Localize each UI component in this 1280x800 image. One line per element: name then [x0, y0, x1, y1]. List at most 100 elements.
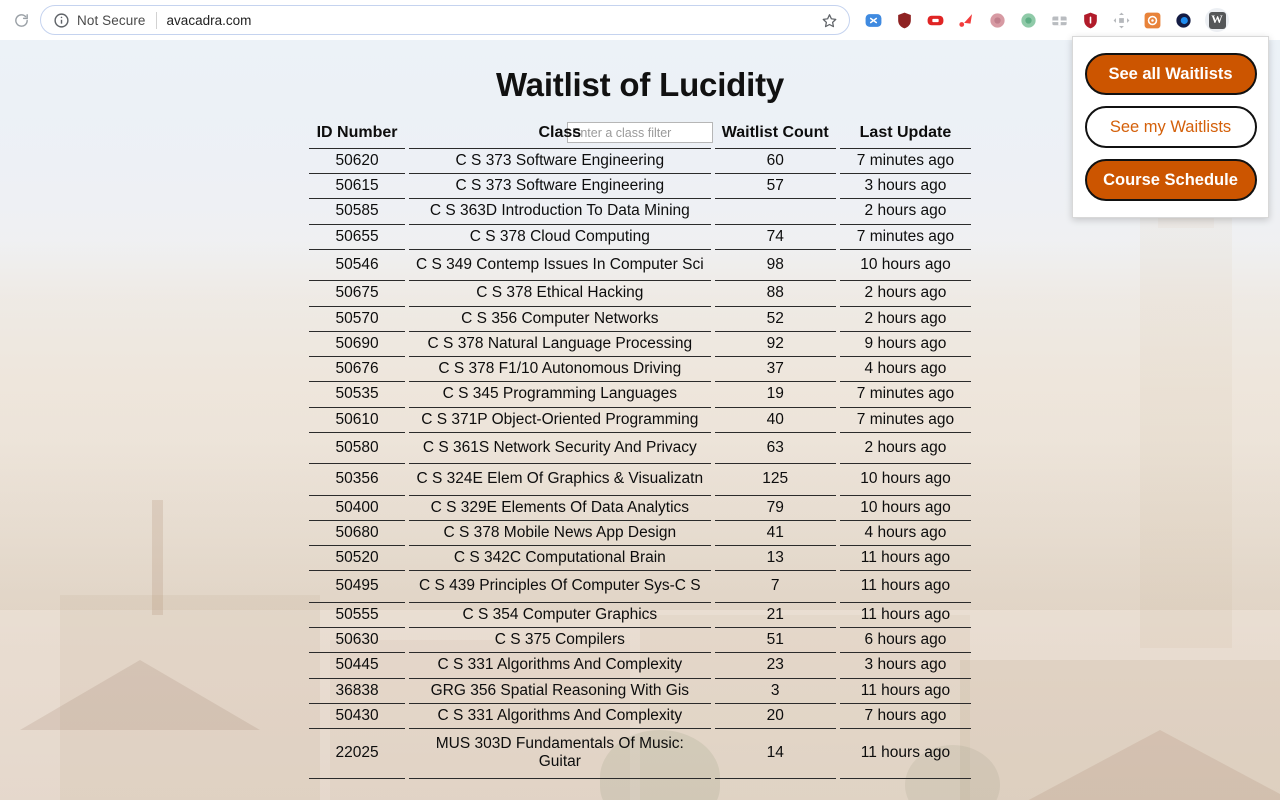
cell-id-number: 50620 — [309, 148, 408, 175]
extension-badge-letter: W — [1208, 11, 1226, 29]
cell-id-number: 50630 — [309, 627, 408, 654]
cell-class-name: C S 324E Elem Of Graphics & Visualizatn — [407, 463, 713, 496]
cell-id-number: 50445 — [309, 652, 408, 679]
cell-waitlist-count: 40 — [712, 407, 838, 433]
cell-class-name: C S 349 Contemp Issues In Computer Sci — [407, 249, 713, 282]
cell-last-update: 9 hours ago — [837, 331, 971, 358]
table-row[interactable]: 50580 C S 361S Network Security And Priva… — [309, 432, 971, 465]
table-row[interactable]: 50585 C S 363D Introduction To Data Minin… — [309, 198, 971, 225]
extension-icon-pink-circle[interactable] — [988, 11, 1007, 30]
cell-last-update: 7 minutes ago — [837, 224, 971, 251]
cell-waitlist-count: 13 — [712, 545, 838, 572]
table-row[interactable]: 50676 C S 378 F1/10 Autonomous Driving 37 4… — [309, 356, 971, 383]
reload-button[interactable] — [8, 7, 34, 33]
waitlist-table-body: 50620 C S 373 Software Engineering 60 7 min… — [309, 148, 971, 779]
cell-last-update: 4 hours ago — [837, 520, 971, 547]
table-row[interactable]: 50430 C S 331 Algorithms And Complexity 20… — [309, 703, 971, 730]
cell-class-name: C S 363D Introduction To Data Mining — [407, 198, 713, 225]
table-row[interactable]: 50535 C S 345 Programming Languages 19 7 mi… — [309, 381, 971, 408]
table-row[interactable]: 50690 C S 378 Natural Language Processing… — [309, 331, 971, 358]
extension-icon-grey-move[interactable] — [1112, 11, 1131, 30]
cell-class-name: C S 331 Algorithms And Complexity — [407, 652, 713, 679]
column-header-last-update[interactable]: Last Update — [837, 121, 971, 149]
table-row[interactable]: 50546 C S 349 Contemp Issues In Computer … — [309, 249, 971, 282]
table-row[interactable]: 22025 MUS 303D Fundamentals Of Music: Gui… — [309, 728, 971, 779]
cell-last-update: 10 hours ago — [837, 249, 971, 282]
table-row[interactable]: 50610 C S 371P Object-Oriented Programmin… — [309, 407, 971, 433]
address-bar-divider — [155, 11, 157, 29]
cell-waitlist-count: 3 — [712, 678, 838, 704]
cell-class-name: C S 378 Cloud Computing — [407, 224, 713, 251]
table-row[interactable]: 50675 C S 378 Ethical Hacking 88 2 hours ag… — [309, 280, 971, 307]
cell-id-number: 50570 — [309, 306, 408, 332]
cell-last-update: 2 hours ago — [837, 198, 971, 225]
extension-icon-waitlist-active[interactable]: W — [1205, 8, 1229, 32]
extension-icons-strip: W — [864, 8, 1229, 32]
table-header-row: ID Number Class Waitlist Count Last Upda… — [309, 121, 971, 149]
cell-waitlist-count: 79 — [712, 495, 838, 521]
cell-id-number: 36838 — [309, 678, 408, 704]
cell-waitlist-count: 74 — [712, 224, 838, 251]
cell-class-name: C S 439 Principles Of Computer Sys-C S — [407, 570, 713, 603]
extension-icon-green-circle[interactable] — [1019, 11, 1038, 30]
course-schedule-button[interactable]: Course Schedule — [1084, 159, 1257, 201]
cell-class-name: GRG 356 Spatial Reasoning With Gis — [407, 678, 713, 704]
cell-class-name: C S 375 Compilers — [407, 627, 713, 654]
bookmark-button[interactable] — [819, 10, 839, 30]
table-row[interactable]: 36838 GRG 356 Spatial Reasoning With Gis 3… — [309, 678, 971, 704]
cell-last-update: 2 hours ago — [837, 280, 971, 307]
cell-class-name: C S 378 F1/10 Autonomous Driving — [407, 356, 713, 383]
cell-waitlist-count — [712, 198, 838, 225]
cell-waitlist-count: 51 — [712, 627, 838, 654]
cell-waitlist-count: 23 — [712, 652, 838, 679]
table-row[interactable]: 50620 C S 373 Software Engineering 60 7 min… — [309, 148, 971, 175]
cell-class-name: C S 345 Programming Languages — [407, 381, 713, 408]
table-row[interactable]: 50400 C S 329E Elements Of Data Analytics… — [309, 495, 971, 521]
cell-last-update: 7 hours ago — [837, 703, 971, 730]
cell-last-update: 3 hours ago — [837, 652, 971, 679]
column-header-id-number[interactable]: ID Number — [309, 121, 408, 149]
cell-last-update: 2 hours ago — [837, 306, 971, 332]
cell-last-update: 11 hours ago — [837, 678, 971, 704]
table-row[interactable]: 50630 C S 375 Compilers 51 6 hours ago — [309, 627, 971, 654]
table-row[interactable]: 50615 C S 373 Software Engineering 57 3 hou… — [309, 173, 971, 200]
table-row[interactable]: 50680 C S 378 Mobile News App Design 41 4 h… — [309, 520, 971, 547]
cell-id-number: 50680 — [309, 520, 408, 547]
address-bar[interactable]: Not Secure avacadra.com — [40, 5, 850, 35]
see-my-waitlists-button[interactable]: See my Waitlists — [1084, 106, 1257, 148]
cell-id-number: 50655 — [309, 224, 408, 251]
table-row[interactable]: 50655 C S 378 Cloud Computing 74 7 minutes … — [309, 224, 971, 251]
cell-last-update: 11 hours ago — [837, 602, 971, 628]
cell-id-number: 50356 — [309, 463, 408, 496]
extension-icon-orange-square[interactable] — [1143, 11, 1162, 30]
cell-id-number: 50690 — [309, 331, 408, 358]
table-row[interactable]: 50445 C S 331 Algorithms And Complexity 23… — [309, 652, 971, 679]
cell-class-name: C S 356 Computer Networks — [407, 306, 713, 332]
waitlist-table: ID Number Class Waitlist Count Last Upda… — [309, 121, 971, 779]
table-row[interactable]: 50495 C S 439 Principles Of Computer Sys-… — [309, 570, 971, 603]
extension-icon-dark-shield[interactable] — [895, 11, 914, 30]
table-row[interactable]: 50570 C S 356 Computer Networks 52 2 hours … — [309, 306, 971, 332]
column-header-waitlist-count[interactable]: Waitlist Count — [712, 121, 838, 149]
cell-id-number: 50555 — [309, 602, 408, 628]
cell-waitlist-count: 19 — [712, 381, 838, 408]
extension-icon-red-shield[interactable] — [1081, 11, 1100, 30]
cell-last-update: 11 hours ago — [837, 545, 971, 572]
extension-icon-grey-wallet[interactable] — [1050, 11, 1069, 30]
cell-class-name: C S 373 Software Engineering — [407, 173, 713, 200]
table-row[interactable]: 50520 C S 342C Computational Brain 13 11 ho… — [309, 545, 971, 572]
table-row[interactable]: 50555 C S 354 Computer Graphics 21 11 hours… — [309, 602, 971, 628]
cell-waitlist-count: 92 — [712, 331, 838, 358]
table-row[interactable]: 50356 C S 324E Elem Of Graphics & Visuali… — [309, 463, 971, 496]
cell-last-update: 4 hours ago — [837, 356, 971, 383]
cell-waitlist-count: 7 — [712, 570, 838, 603]
column-header-class[interactable]: Class — [407, 121, 713, 149]
extension-icon-red-spark[interactable] — [957, 11, 976, 30]
reload-icon — [14, 13, 28, 27]
extension-icon-blue-x[interactable] — [864, 11, 883, 30]
cell-id-number: 50495 — [309, 570, 408, 603]
see-all-waitlists-button[interactable]: See all Waitlists — [1084, 53, 1257, 95]
extension-icon-blue-dot[interactable] — [1174, 11, 1193, 30]
extension-icon-red-capsule[interactable] — [926, 11, 945, 30]
cell-waitlist-count: 41 — [712, 520, 838, 547]
